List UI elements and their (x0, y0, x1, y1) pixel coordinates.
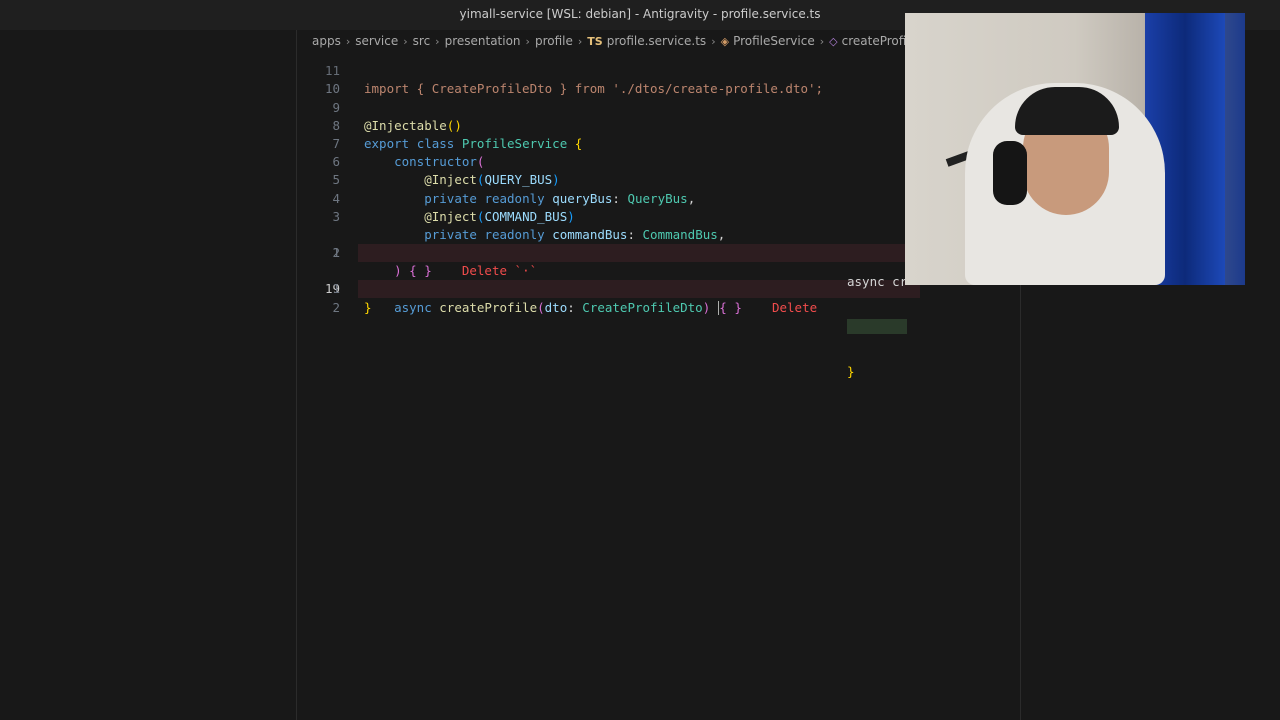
left-sidebar (0, 30, 297, 720)
line-number: 2 (332, 299, 340, 315)
delete-hint[interactable]: Delete (772, 300, 817, 315)
microphone (993, 141, 1027, 205)
webcam-overlay (905, 13, 1245, 285)
inline-suggestion[interactable]: async cr } (847, 244, 908, 409)
